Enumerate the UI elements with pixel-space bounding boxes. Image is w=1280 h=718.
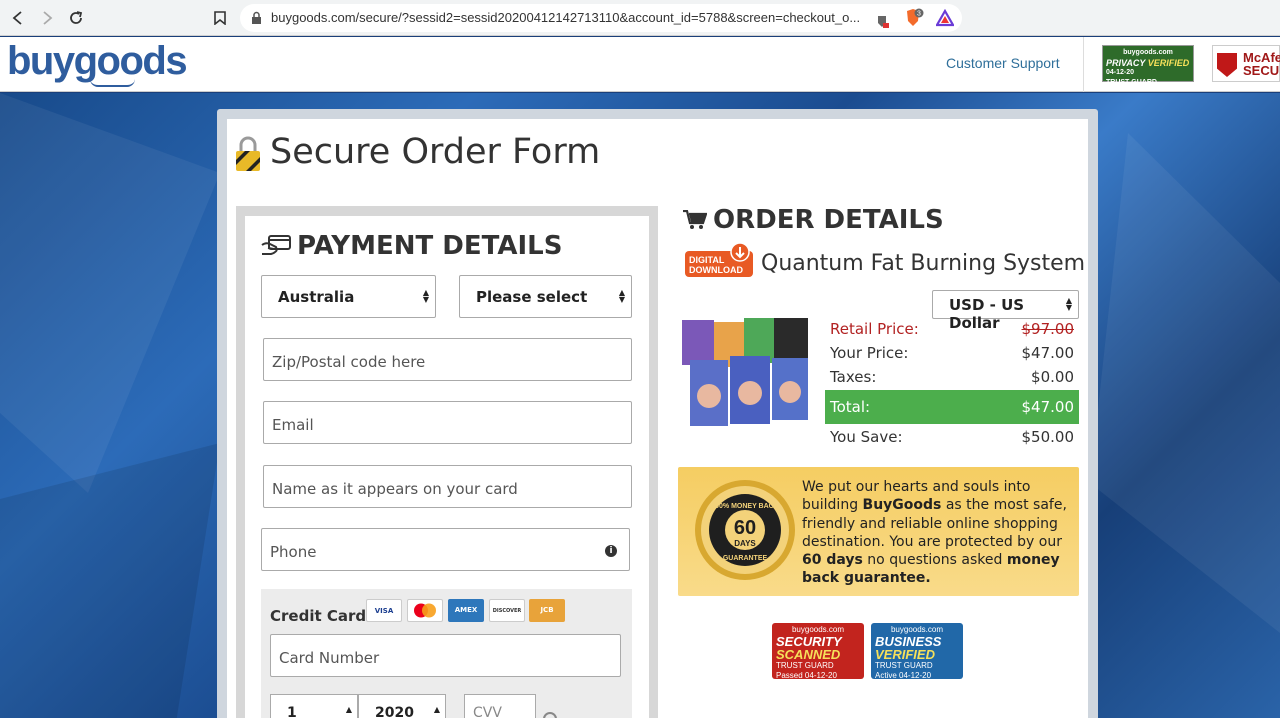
your-price-row: Your Price: $47.00 [830, 344, 1074, 362]
jcb-icon: JCB [529, 599, 565, 622]
url-text: buygoods.com/secure/?sessid2=sessid20200… [271, 10, 861, 25]
privacy-verified-badge[interactable]: buygoods.com PRIVACY VERIFIED 04-12-20 T… [1102, 45, 1194, 86]
mcafee-shield-icon [1217, 53, 1237, 77]
security-scanned-badge[interactable]: buygoods.com SECURITY SCANNED TRUST GUAR… [772, 623, 864, 680]
phone-input[interactable]: Phone i [261, 528, 630, 571]
svg-text:100% MONEY BACK: 100% MONEY BACK [711, 503, 779, 510]
select-arrows-icon: ▲ ▼ [1065, 296, 1072, 312]
taxes-row: Taxes: $0.00 [830, 368, 1074, 386]
you-save-row: You Save: $50.00 [830, 428, 1074, 446]
select-arrow-icon: ▲ [433, 705, 440, 714]
mastercard-icon [407, 599, 443, 622]
site-permissions-icon[interactable] [876, 14, 892, 30]
padlock-icon [236, 136, 260, 171]
retail-price-row: Retail Price: $97.00 [830, 320, 1074, 338]
browser-toolbar: buygoods.com/secure/?sessid2=sessid20200… [0, 0, 1280, 36]
payment-details-heading: PAYMENT DETAILS [297, 231, 563, 261]
business-verified-badge[interactable]: buygoods.com BUSINESS VERIFIED TRUST GUA… [871, 623, 963, 680]
product-image [682, 318, 808, 426]
address-bar[interactable]: buygoods.com/secure/?sessid2=sessid20200… [240, 4, 962, 32]
svg-text:DOWNLOAD: DOWNLOAD [689, 265, 743, 275]
select-arrows-icon: ▲ ▼ [618, 288, 625, 304]
reload-icon[interactable] [66, 8, 86, 28]
page-title: Secure Order Form [270, 132, 601, 172]
credit-card-label: Credit Card [270, 607, 367, 625]
lock-icon [252, 11, 261, 24]
select-arrows-icon: ▲ ▼ [422, 288, 429, 304]
cart-icon [683, 210, 707, 229]
credit-card-hand-icon [261, 235, 291, 255]
customer-support-link[interactable]: Customer Support [946, 55, 1060, 71]
expiry-year-select[interactable]: 2020 ▲ [358, 694, 446, 718]
svg-text:60: 60 [734, 517, 756, 539]
cardholder-name-input[interactable]: Name as it appears on your card [263, 465, 632, 508]
info-icon[interactable]: i [605, 545, 617, 557]
cvv-input[interactable]: CVV [464, 694, 536, 718]
currency-select[interactable]: USD - US Dollar ▲ ▼ [932, 290, 1079, 332]
order-details-heading: ORDER DETAILS [713, 205, 944, 235]
country-select[interactable]: Australia ▲ ▼ [261, 275, 436, 318]
buygoods-logo[interactable]: buygoods [7, 39, 188, 84]
site-header: buygoods Customer Support buygoods.com P… [0, 37, 1280, 92]
mcafee-secure-badge[interactable]: McAfeeSECURE [1212, 45, 1280, 82]
expiry-month-select[interactable]: 1 ▲ [270, 694, 358, 718]
brave-shield-icon[interactable]: 3 [904, 8, 924, 28]
rewards-icon[interactable] [935, 8, 955, 28]
guarantee-text: We put our hearts and souls into buildin… [802, 479, 1067, 587]
state-select[interactable]: Please select ▲ ▼ [459, 275, 632, 318]
total-row: Total: $47.00 [825, 390, 1079, 424]
card-number-input[interactable]: Card Number [270, 634, 621, 677]
digital-download-badge: DIGITAL DOWNLOAD [685, 243, 753, 277]
back-icon[interactable] [8, 8, 28, 28]
visa-icon: VISA [366, 599, 402, 622]
select-arrow-icon: ▲ [345, 705, 352, 714]
header-divider [1083, 37, 1084, 92]
logo-swoosh [90, 79, 135, 87]
svg-text:GUARANTEE: GUARANTEE [723, 555, 768, 562]
email-input[interactable]: Email [263, 401, 632, 444]
product-name: Quantum Fat Burning System [761, 251, 1086, 276]
zip-input[interactable]: Zip/Postal code here [263, 338, 632, 381]
amex-icon: AMEX [448, 599, 484, 622]
bookmark-icon[interactable] [210, 8, 230, 28]
svg-text:DIGITAL: DIGITAL [689, 255, 725, 265]
money-back-seal: 60 DAYS 100% MONEY BACK GUARANTEE [695, 480, 795, 580]
discover-icon: DISCOVER [489, 599, 525, 622]
svg-text:3: 3 [917, 11, 921, 18]
forward-icon[interactable] [37, 8, 57, 28]
svg-text:DAYS: DAYS [734, 539, 756, 548]
